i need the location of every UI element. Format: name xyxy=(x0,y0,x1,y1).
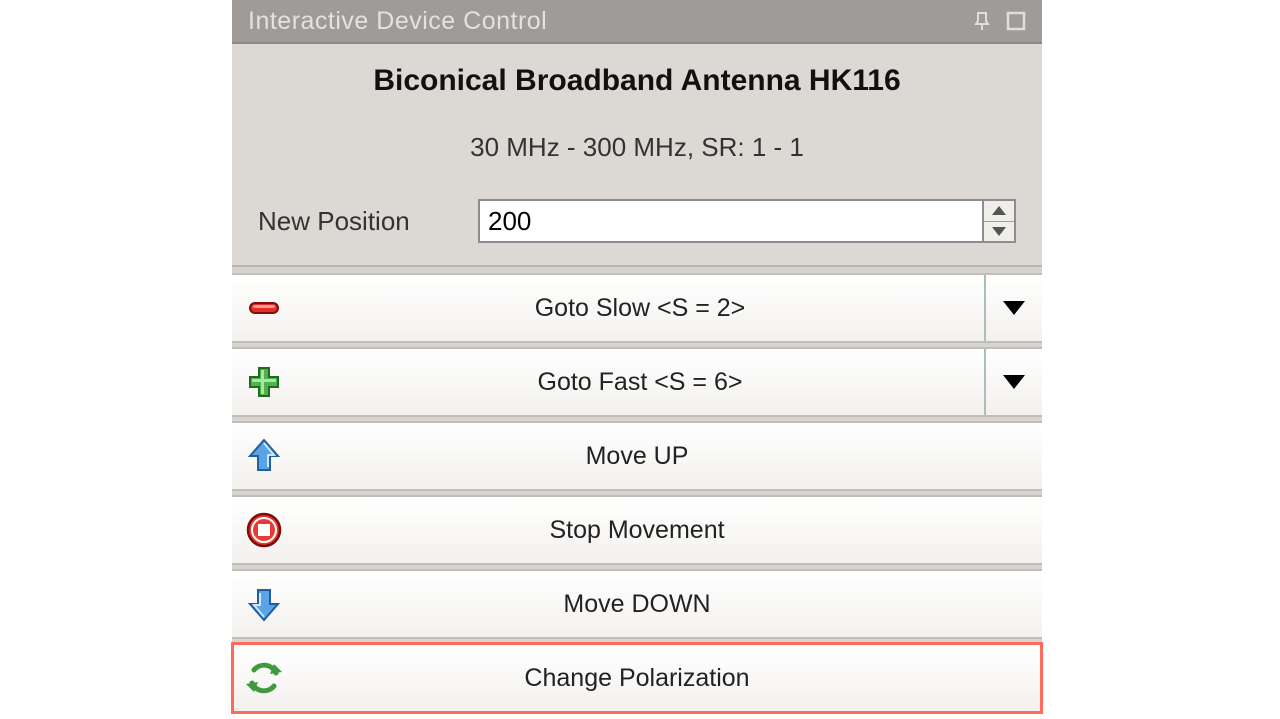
maximize-icon[interactable] xyxy=(1006,11,1026,31)
position-field xyxy=(478,199,1016,243)
position-row: New Position xyxy=(252,199,1022,253)
device-control-panel: Interactive Device Control Biconical Bro… xyxy=(232,0,1042,713)
goto-fast-dropdown[interactable] xyxy=(984,349,1042,415)
goto-fast-label: Goto Fast <S = 6> xyxy=(296,368,984,397)
header-area: Biconical Broadband Antenna HK116 30 MHz… xyxy=(232,44,1042,267)
stop-movement-label: Stop Movement xyxy=(296,516,1042,545)
plus-icon xyxy=(232,362,296,402)
pin-icon[interactable] xyxy=(972,11,992,31)
move-down-button[interactable]: Move DOWN xyxy=(232,569,1042,639)
command-button-list: Goto Slow <S = 2> Goto Fast <S = 6> xyxy=(232,267,1042,713)
titlebar: Interactive Device Control xyxy=(232,0,1042,44)
window-title: Interactive Device Control xyxy=(248,7,972,36)
goto-slow-label: Goto Slow <S = 2> xyxy=(296,294,984,323)
position-spinner xyxy=(982,199,1016,243)
window-controls xyxy=(972,11,1026,31)
move-down-label: Move DOWN xyxy=(296,590,1042,619)
position-label: New Position xyxy=(258,206,478,237)
stop-movement-button[interactable]: Stop Movement xyxy=(232,495,1042,565)
minus-icon xyxy=(232,288,296,328)
change-polarization-label: Change Polarization xyxy=(296,664,1042,693)
move-up-button[interactable]: Move UP xyxy=(232,421,1042,491)
change-polarization-button[interactable]: Change Polarization xyxy=(232,643,1042,713)
spinner-down-button[interactable] xyxy=(984,221,1014,242)
arrow-down-icon xyxy=(232,584,296,624)
device-name: Biconical Broadband Antenna HK116 xyxy=(252,64,1022,98)
position-input[interactable] xyxy=(478,199,982,243)
goto-slow-dropdown[interactable] xyxy=(984,275,1042,341)
arrow-up-icon xyxy=(232,436,296,476)
device-range: 30 MHz - 300 MHz, SR: 1 - 1 xyxy=(252,132,1022,163)
move-up-label: Move UP xyxy=(296,442,1042,471)
goto-fast-button[interactable]: Goto Fast <S = 6> xyxy=(232,347,1042,417)
stop-icon xyxy=(232,510,296,550)
goto-slow-button[interactable]: Goto Slow <S = 2> xyxy=(232,273,1042,343)
spinner-up-button[interactable] xyxy=(984,201,1014,221)
refresh-icon xyxy=(232,658,296,698)
